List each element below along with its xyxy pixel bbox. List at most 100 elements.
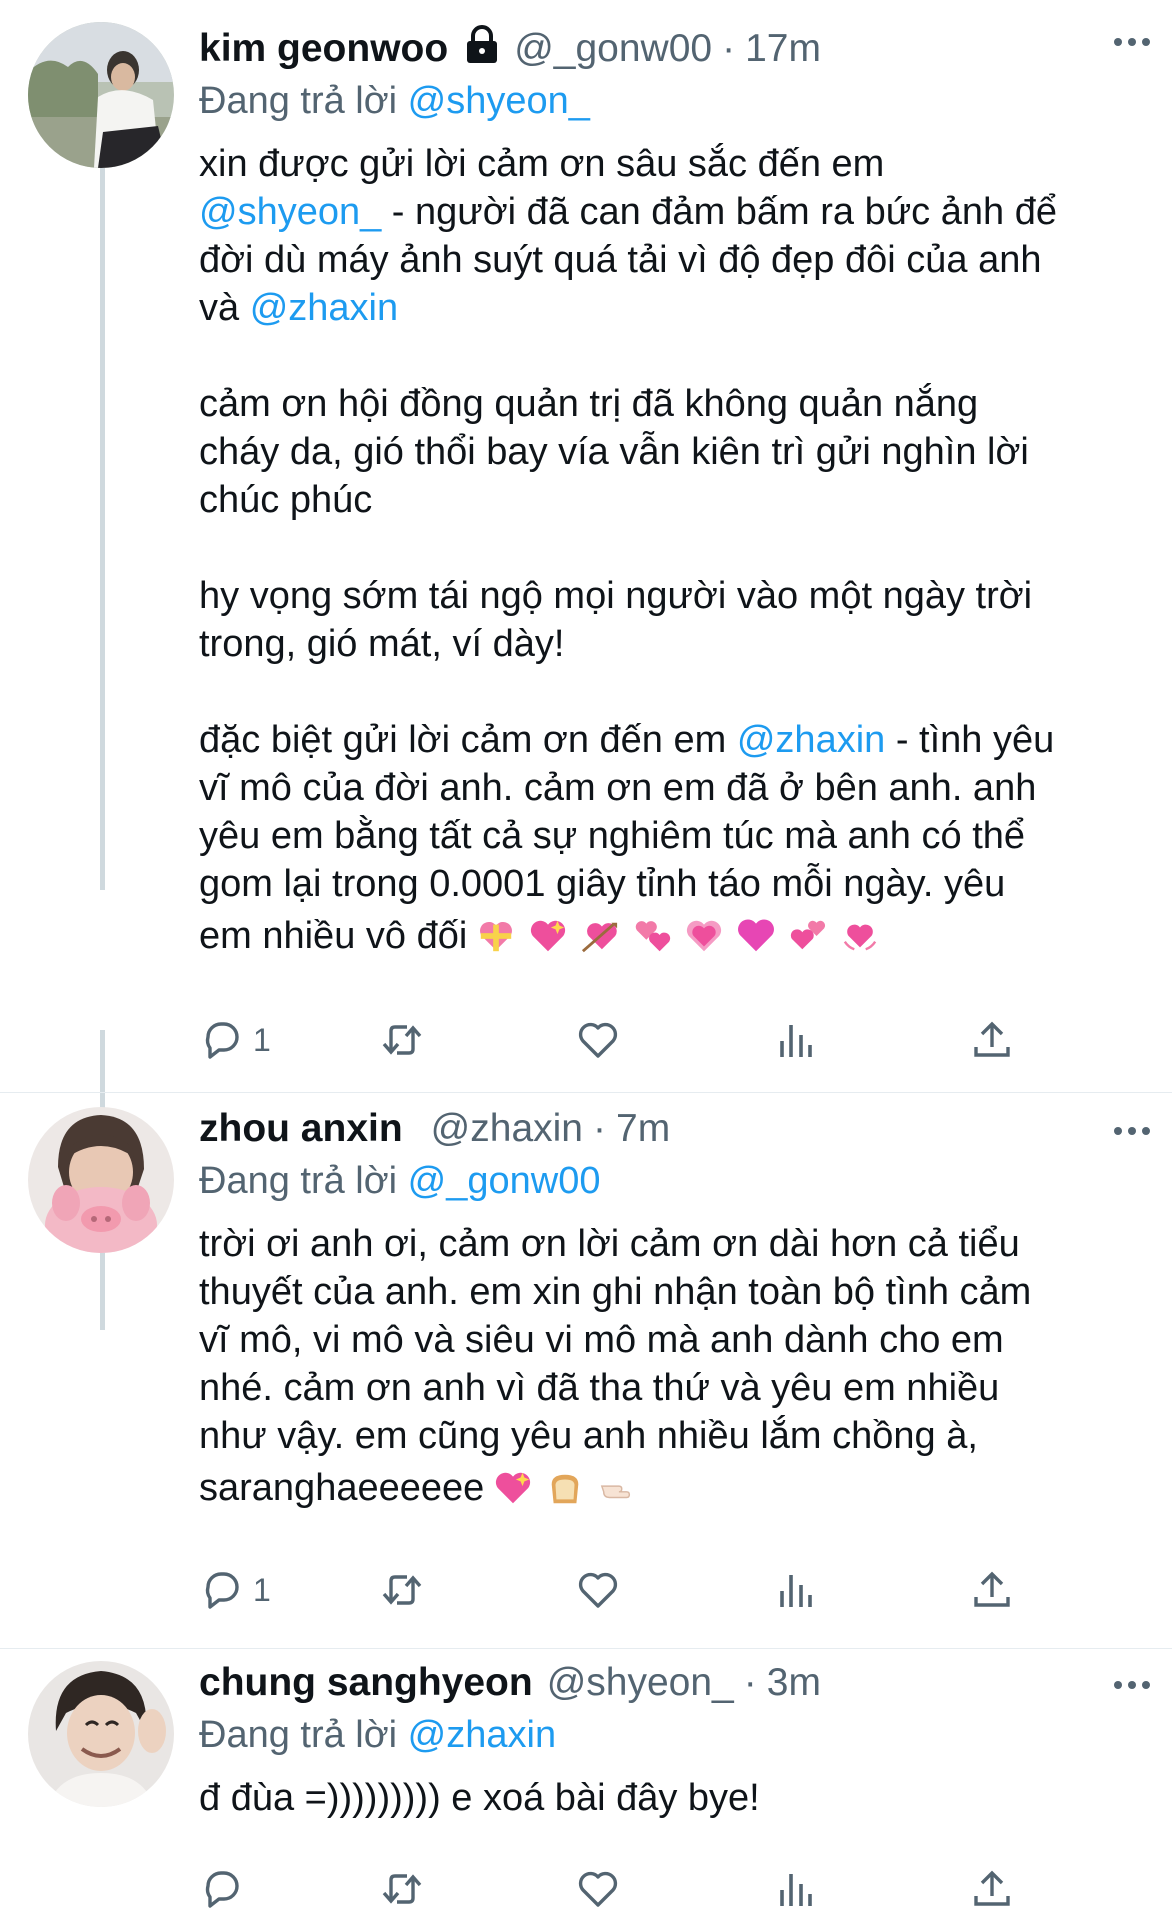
replying-to-label: Đang trả lời — [199, 79, 398, 122]
tweet-paragraph: đặc biệt gửi lời cảm ơn đến em @zhaxin -… — [199, 716, 1129, 964]
reply-button[interactable] — [199, 1859, 253, 1919]
timestamp[interactable]: 7m — [616, 1107, 670, 1151]
reply-button[interactable]: 1 — [199, 1010, 271, 1070]
tweet-text-segment: như vậy. em cũng yêu anh nhiều lắm chồng… — [199, 1415, 978, 1457]
tweet-line: @shyeon_ - người đã can đảm bấm ra bức ả… — [199, 188, 1129, 236]
tweet-3-header: chung sanghyeon @shyeon_ · 3m — [199, 1658, 1129, 1708]
analytics-button[interactable] — [773, 1859, 819, 1919]
tweet-line: thuyết của anh. em xin ghi nhận toàn bộ … — [199, 1268, 1129, 1316]
revolving-hearts-icon — [633, 917, 671, 955]
retweet-button[interactable] — [379, 1859, 433, 1919]
analytics-button[interactable] — [773, 1560, 819, 1620]
analytics-button[interactable] — [773, 1010, 819, 1070]
hand-pointing-icon — [598, 1469, 636, 1507]
tweet-paragraph: xin được gửi lời cảm ơn sâu sắc đến em @s… — [199, 140, 1129, 332]
replying-to-mention[interactable]: @shyeon_ — [408, 80, 590, 123]
sparkling-heart-icon — [494, 1469, 532, 1507]
more-dots-icon[interactable] — [1112, 1121, 1152, 1141]
tweet-text-segment: thuyết của anh. em xin ghi nhận toàn bộ … — [199, 1271, 1032, 1313]
reply-button[interactable]: 1 — [199, 1560, 271, 1620]
handle[interactable]: @zhaxin — [431, 1107, 583, 1151]
sparkling-heart-icon — [529, 917, 567, 955]
tweet-text-segment: và — [199, 287, 250, 329]
tweet-3[interactable]: chung sanghyeon @shyeon_ · 3m Đang trả l… — [0, 1649, 1172, 1920]
pink-heart-icon — [737, 917, 775, 955]
lock-icon — [464, 25, 500, 65]
tweet-2-content: zhou anxin @zhaxin · 7m Đang trả lời @_g… — [199, 1104, 1129, 1516]
heart-outline-icon — [575, 1017, 621, 1063]
tweet-line: saranghaeeeeee — [199, 1460, 1129, 1516]
tweet-line: trong, gió mát, ví dày! — [199, 620, 1129, 668]
display-name[interactable]: chung sanghyeon — [199, 1661, 533, 1705]
tweet-1[interactable]: kim geonwoo @_gonw00 · 17m Đang trả lời … — [0, 0, 1172, 1090]
retweet-icon — [379, 1567, 425, 1613]
timestamp[interactable]: 3m — [767, 1661, 821, 1705]
tweet-2[interactable]: zhou anxin @zhaxin · 7m Đang trả lời @_g… — [0, 1093, 1172, 1649]
display-name[interactable]: zhou anxin — [199, 1107, 403, 1151]
mention-link[interactable]: @zhaxin — [250, 287, 398, 329]
tweet-text-segment: gom lại trong 0.0001 giây tỉnh táo mỗi n… — [199, 863, 1006, 905]
avatar-kim-geonwoo[interactable] — [28, 22, 174, 168]
handle[interactable]: @shyeon_ — [547, 1661, 734, 1705]
tweet-paragraph: đ đùa =))))))))) e xoá bài đây bye! — [199, 1774, 1129, 1822]
tweet-line: trời ơi anh ơi, cảm ơn lời cảm ơn dài hơ… — [199, 1220, 1129, 1268]
tweet-line: xin được gửi lời cảm ơn sâu sắc đến em — [199, 140, 1129, 188]
avatar-zhou-anxin[interactable] — [28, 1107, 174, 1253]
share-button[interactable] — [969, 1560, 1015, 1620]
tweet-text: trời ơi anh ơi, cảm ơn lời cảm ơn dài hơ… — [199, 1220, 1129, 1516]
retweet-button[interactable] — [379, 1560, 433, 1620]
heart-waves-icon — [841, 917, 879, 955]
tweet-paragraph: hy vọng sớm tái ngộ mọi người vào một ng… — [199, 572, 1129, 668]
analytics-bars-icon — [773, 1866, 819, 1912]
action-bar: 1 — [199, 1010, 1029, 1070]
tweet-text-segment: yêu em bằng tất cả sự nghiêm túc mà anh … — [199, 815, 1026, 857]
timestamp[interactable]: 17m — [745, 27, 821, 71]
like-button[interactable] — [575, 1560, 629, 1620]
heart-outline-icon — [575, 1567, 621, 1613]
tweet-line: đ đùa =))))))))) e xoá bài đây bye! — [199, 1774, 1129, 1822]
tweet-text-segment: cảm ơn hội đồng quản trị đã không quản n… — [199, 383, 979, 425]
retweet-button[interactable] — [379, 1010, 433, 1070]
analytics-bars-icon — [773, 1567, 819, 1613]
replying-to-mention[interactable]: @_gonw00 — [408, 1160, 601, 1203]
reply-bubble-icon — [199, 1866, 245, 1912]
tweet-line: vĩ mô, vi mô và siêu vi mô mà anh dành c… — [199, 1316, 1129, 1364]
share-button[interactable] — [969, 1010, 1015, 1070]
action-bar — [199, 1859, 1029, 1919]
tweet-text-segment: đời dù máy ảnh suýt quá tải vì độ đẹp đô… — [199, 239, 1042, 281]
tweet-line: và @zhaxin — [199, 284, 1129, 332]
tweet-text-segment: đ đùa =))))))))) e xoá bài đây bye! — [199, 1777, 760, 1819]
mention-link[interactable]: @shyeon_ — [199, 191, 381, 233]
tweet-text-segment: saranghaeeeeee — [199, 1467, 485, 1509]
share-button[interactable] — [969, 1859, 1015, 1919]
tweet-line: cảm ơn hội đồng quản trị đã không quản n… — [199, 380, 1129, 428]
handle[interactable]: @_gonw00 — [514, 27, 712, 71]
more-dots-icon[interactable] — [1112, 32, 1152, 52]
tweet-text-segment: chúc phúc — [199, 479, 373, 521]
retweet-icon — [379, 1017, 425, 1063]
like-button[interactable] — [575, 1859, 629, 1919]
tweet-text-segment: trong, gió mát, ví dày! — [199, 623, 565, 665]
two-hearts-icon — [789, 917, 827, 955]
reply-bubble-icon — [199, 1567, 245, 1613]
heart-arrow-icon — [581, 917, 619, 955]
share-upload-icon — [969, 1017, 1015, 1063]
like-button[interactable] — [575, 1010, 629, 1070]
separator-dot: · — [593, 1107, 606, 1150]
tweet-text-segment: vĩ mô của đời anh. cảm ơn em đã ở bên an… — [199, 767, 1037, 809]
tweet-text: đ đùa =))))))))) e xoá bài đây bye! — [199, 1774, 1129, 1822]
mention-link[interactable]: @zhaxin — [737, 719, 885, 761]
tweet-2-header: zhou anxin @zhaxin · 7m — [199, 1104, 1129, 1154]
heart-ribbon-icon — [477, 917, 515, 955]
share-upload-icon — [969, 1567, 1015, 1613]
display-name[interactable]: kim geonwoo — [199, 27, 448, 71]
tweet-text-segment: - người đã can đảm bấm ra bức ảnh để — [381, 191, 1057, 233]
avatar-chung-sanghyeon[interactable] — [28, 1661, 174, 1807]
bread-icon — [546, 1469, 584, 1507]
separator-dot: · — [743, 1661, 757, 1704]
replying-to-mention[interactable]: @zhaxin — [408, 1714, 556, 1757]
replying-to: Đang trả lời @shyeon_ — [199, 76, 1129, 126]
tweet-line: yêu em bằng tất cả sự nghiêm túc mà anh … — [199, 812, 1129, 860]
more-dots-icon[interactable] — [1112, 1675, 1152, 1695]
emoji-group — [477, 917, 879, 955]
